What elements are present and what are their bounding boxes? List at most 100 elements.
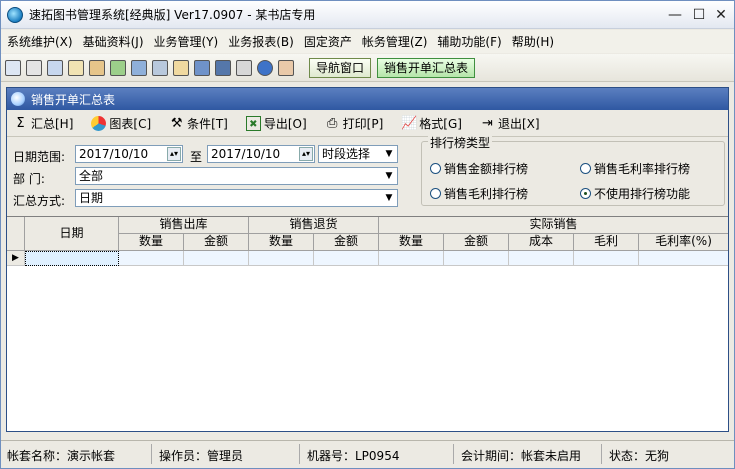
cart-icon[interactable] — [89, 59, 105, 76]
export-button[interactable]: ✖ 导出[O] — [245, 115, 307, 132]
refresh-icon[interactable] — [110, 59, 126, 76]
sales-summary-window: 销售开单汇总表 Σ 汇总[H] 图表[C] ⚒ 条件[T] ✖ 导出[O] ⎙ 打印[P… — [6, 87, 729, 432]
help-icon[interactable] — [257, 59, 273, 76]
menu-accounts[interactable]: 帐务管理(Z) — [362, 33, 428, 50]
list-icon[interactable] — [5, 59, 21, 76]
app-window: 速拓图书管理系统[经典版] Ver17.0907 - 某书店专用 — ☐ ✕ 系… — [0, 0, 735, 469]
form-icon[interactable] — [26, 59, 42, 76]
windows-icon[interactable] — [47, 59, 63, 76]
radio-icon — [580, 163, 591, 174]
col-out-amount-header[interactable]: 金额 — [184, 234, 249, 251]
to-label: 至 — [190, 150, 203, 164]
table-cell[interactable] — [574, 251, 639, 266]
summary-button[interactable]: Σ 汇总[H] — [13, 115, 73, 132]
ranking-legend: 排行榜类型 — [428, 134, 493, 151]
radio-sales-amount[interactable]: 销售金额排行榜 — [430, 160, 528, 177]
group-sales-out-header: 销售出库 — [119, 217, 249, 234]
app-logo-icon — [7, 6, 23, 23]
menu-help[interactable]: 帮助(H) — [512, 33, 554, 50]
group-actual-sales-header: 实际销售 — [379, 217, 728, 234]
table-row[interactable] — [25, 251, 119, 266]
dept-select[interactable]: 全部 ▼ — [75, 167, 398, 185]
status-divider — [453, 444, 454, 464]
door-exit-icon: ⇥ — [481, 116, 493, 131]
col-actual-qty-header[interactable]: 数量 — [379, 234, 444, 251]
date-from-input[interactable]: 2017/10/10 ▴▾ — [75, 145, 183, 163]
table-cell[interactable] — [119, 251, 184, 266]
date-to-input[interactable]: 2017/10/10 ▴▾ — [207, 145, 315, 163]
menu-system[interactable]: 系统维护(X) — [7, 33, 73, 50]
subwindow-title: 销售开单汇总表 — [31, 92, 116, 107]
maximize-button[interactable]: ☐ — [691, 7, 707, 23]
col-out-qty-header[interactable]: 数量 — [119, 234, 184, 251]
menu-business[interactable]: 业务管理(Y) — [154, 33, 219, 50]
col-gross-profit-header[interactable]: 毛利 — [574, 234, 639, 251]
menu-basic-data[interactable]: 基础资料(J) — [83, 33, 144, 50]
status-account: 帐套名称：演示帐套 — [7, 449, 116, 463]
radio-icon — [430, 188, 441, 199]
status-bar: 帐套名称：演示帐套 操作员：管理员 机器号：LP0954 会计期间：帐套未启用 … — [1, 440, 734, 468]
main-toolbar: 导航窗口 销售开单汇总表 — [1, 54, 734, 82]
format-button[interactable]: 📈 格式[G] — [401, 115, 462, 132]
title-bar: 速拓图书管理系统[经典版] Ver17.0907 - 某书店专用 — ☐ ✕ — [1, 1, 734, 29]
summary-mode-label: 汇总方式: — [13, 194, 66, 208]
date-from-spinner-icon[interactable]: ▴▾ — [167, 147, 181, 161]
ranking-type-group: 排行榜类型 销售金额排行榜 销售毛利率排行榜 销售毛利排行榜 不使用排行榜功能 — [421, 134, 725, 206]
menu-reports[interactable]: 业务报表(B) — [228, 33, 294, 50]
status-state: 状态：无狗 — [609, 449, 670, 463]
action-bar: Σ 汇总[H] 图表[C] ⚒ 条件[T] ✖ 导出[O] ⎙ 打印[P] 📈 格式[G]… — [7, 111, 728, 137]
table-cell[interactable] — [184, 251, 249, 266]
status-divider — [601, 444, 602, 464]
save-icon[interactable] — [215, 59, 231, 76]
condition-button[interactable]: ⚒ 条件[T] — [169, 115, 228, 132]
radio-margin-rate[interactable]: 销售毛利率排行榜 — [580, 160, 690, 177]
col-margin-rate-header[interactable]: 毛利率(%) — [639, 234, 728, 251]
status-period: 会计期间：帐套未启用 — [461, 449, 582, 463]
window-title: 速拓图书管理系统[经典版] Ver17.0907 - 某书店专用 — [29, 8, 316, 22]
users-icon[interactable] — [131, 59, 147, 76]
subwindow-title-bar: 销售开单汇总表 — [7, 88, 728, 110]
chevron-down-icon[interactable]: ▼ — [382, 147, 396, 161]
close-button[interactable]: ✕ — [713, 7, 729, 23]
print-icon[interactable] — [236, 59, 252, 76]
table-cell[interactable] — [379, 251, 444, 266]
period-select[interactable]: 时段选择 ▼ — [318, 145, 398, 163]
minimize-button[interactable]: — — [667, 7, 683, 23]
col-return-amount-header[interactable]: 金额 — [314, 234, 379, 251]
row-indicator-header — [7, 217, 25, 251]
chart-button[interactable]: 图表[C] — [91, 115, 151, 132]
transfer-icon[interactable] — [152, 59, 168, 76]
row-selector-icon[interactable]: ▶ — [7, 251, 25, 266]
nav-window-button[interactable]: 导航窗口 — [309, 57, 372, 78]
format-chart-icon: 📈 — [401, 116, 418, 131]
date-to-spinner-icon[interactable]: ▴▾ — [299, 147, 313, 161]
sales-summary-button[interactable]: 销售开单汇总表 — [377, 57, 476, 78]
note-icon[interactable] — [68, 59, 84, 76]
table-cell[interactable] — [444, 251, 509, 266]
print-button[interactable]: ⎙ 打印[P] — [325, 115, 383, 132]
menu-fixed-assets[interactable]: 固定资产 — [304, 33, 352, 50]
exit-button[interactable]: ⇥ 退出[X] — [480, 115, 540, 132]
radio-gross-profit[interactable]: 销售毛利排行榜 — [430, 185, 528, 202]
radio-icon — [430, 163, 441, 174]
monitor-icon[interactable] — [194, 59, 210, 76]
table-cell[interactable] — [509, 251, 574, 266]
summary-mode-select[interactable]: 日期 ▼ — [75, 189, 398, 207]
menu-tools[interactable]: 辅助功能(F) — [437, 33, 501, 50]
edit-icon[interactable] — [173, 59, 189, 76]
chevron-down-icon[interactable]: ▼ — [382, 169, 396, 183]
exit-icon[interactable] — [278, 59, 294, 76]
col-date-header[interactable]: 日期 — [25, 217, 119, 251]
col-cost-header[interactable]: 成本 — [509, 234, 574, 251]
radio-no-ranking[interactable]: 不使用排行榜功能 — [580, 185, 690, 202]
col-actual-amount-header[interactable]: 金额 — [444, 234, 509, 251]
excel-icon: ✖ — [245, 116, 261, 131]
chevron-down-icon[interactable]: ▼ — [382, 191, 396, 205]
summary-table[interactable]: 日期 销售出库 销售退货 实际销售 数量 金额 数量 金额 数量 金额 成本 毛… — [7, 216, 728, 431]
pie-chart-icon — [91, 116, 107, 131]
table-cell[interactable] — [639, 251, 728, 266]
col-return-qty-header[interactable]: 数量 — [249, 234, 314, 251]
table-cell[interactable] — [314, 251, 379, 266]
status-machine: 机器号：LP0954 — [307, 449, 400, 463]
table-cell[interactable] — [249, 251, 314, 266]
